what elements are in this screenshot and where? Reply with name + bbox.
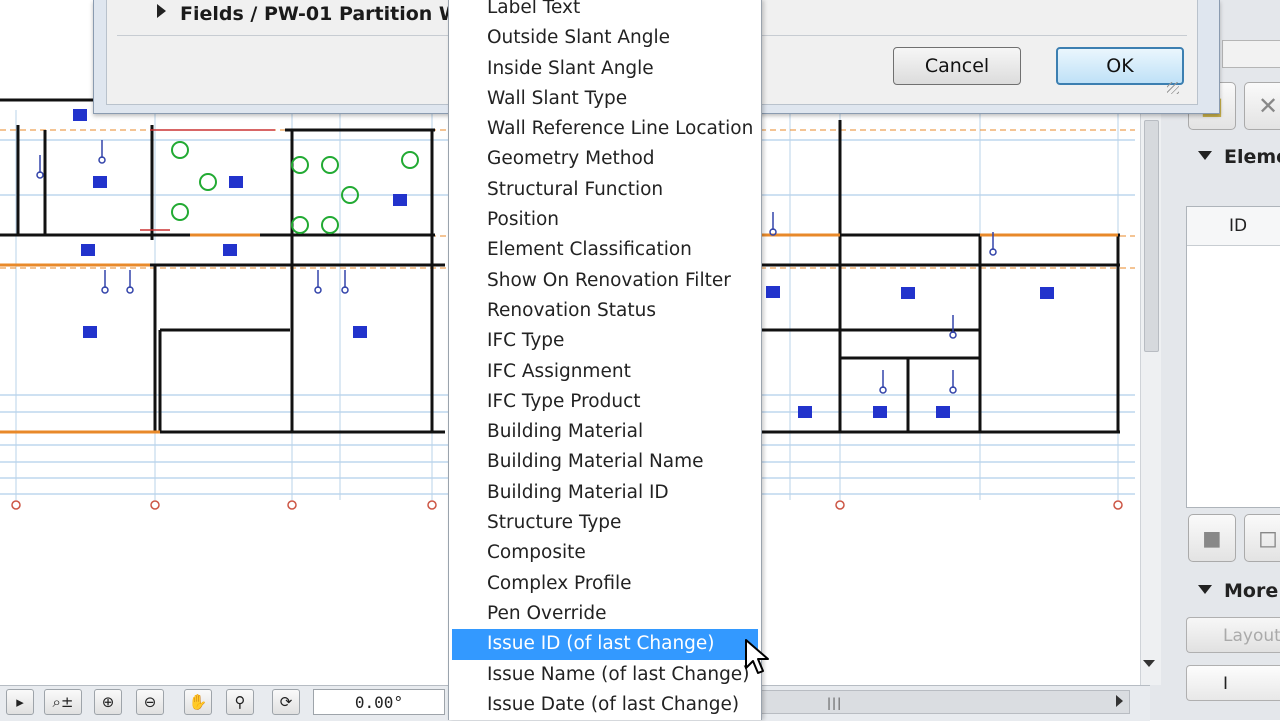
hand-icon: ✋ xyxy=(188,693,208,711)
dropdown-item[interactable]: Wall Reference Line Location xyxy=(449,114,761,144)
rotate-view-button[interactable]: ⟳ xyxy=(272,689,300,715)
plumbing-fixture xyxy=(291,156,309,174)
remove-element-button[interactable]: ◻ xyxy=(1244,514,1280,562)
close-icon: ✕ xyxy=(1257,92,1279,120)
panel-search-field[interactable] xyxy=(1222,40,1280,68)
field-dropdown-list[interactable]: Label Text Outside Slant Angle Inside Slan… xyxy=(448,0,762,720)
rotate-icon: ⟳ xyxy=(279,693,293,711)
plumbing-fixture xyxy=(171,203,189,221)
outlet-symbol xyxy=(81,244,95,256)
dropdown-item[interactable]: IFC Assignment xyxy=(449,357,761,387)
plan-horizontal-scrollbar[interactable]: ||| xyxy=(760,690,1130,714)
zoom-options-button[interactable]: ⌕± xyxy=(44,689,82,715)
collapse-triangle-icon xyxy=(1198,585,1212,594)
dropdown-item[interactable]: Geometry Method xyxy=(449,144,761,174)
plumbing-fixture xyxy=(321,216,339,234)
elements-table[interactable]: ID xyxy=(1186,206,1280,508)
grid-bubble xyxy=(150,500,160,510)
play-right-icon: ▸ xyxy=(16,693,24,711)
expand-arrow-icon[interactable] xyxy=(157,4,166,18)
dropdown-item[interactable]: Issue Date (of last Change) xyxy=(449,690,761,720)
more-section-header[interactable]: More xyxy=(1198,580,1278,602)
dropdown-item[interactable]: Structural Function xyxy=(449,175,761,205)
outlet-symbol xyxy=(1040,287,1054,299)
grid-bubble xyxy=(287,500,297,510)
zoom-out-icon: ⊖ xyxy=(143,693,157,711)
zoom-in-button[interactable]: ⊕ xyxy=(94,689,122,715)
ok-button[interactable]: OK xyxy=(1056,47,1184,85)
outlet-symbol xyxy=(223,244,237,256)
outlet-symbol xyxy=(229,176,243,188)
outlet-symbol xyxy=(766,286,780,298)
zoom-options-icon: ⌕± xyxy=(52,693,74,711)
zoom-in-icon: ⊕ xyxy=(101,693,115,711)
fields-tree-row[interactable]: Fields / PW-01 Partition W xyxy=(157,3,460,25)
orientation-angle-field[interactable]: 0.00° xyxy=(313,689,445,715)
fit-in-window-button[interactable]: ⚲ xyxy=(226,689,254,715)
grid-bubble xyxy=(835,500,845,510)
dropdown-item-selected[interactable]: Issue ID (of last Change) xyxy=(452,629,758,660)
elements-remove-icon: ◻ xyxy=(1258,524,1278,552)
plumbing-fixture xyxy=(199,173,217,191)
outlet-symbol xyxy=(798,406,812,418)
dropdown-item[interactable]: Issue Name (of last Change) xyxy=(449,660,761,690)
dropdown-item[interactable]: Position xyxy=(449,205,761,235)
outlet-symbol xyxy=(83,326,97,338)
plumbing-fixture xyxy=(171,141,189,159)
dropdown-items: Label Text Outside Slant Angle Inside Slan… xyxy=(449,0,761,720)
plumbing-fixture xyxy=(401,151,419,169)
grid-bubble xyxy=(1113,500,1123,510)
grid-bubble xyxy=(11,500,21,510)
outlet-symbol xyxy=(936,406,950,418)
dropdown-item[interactable]: Complex Profile xyxy=(449,569,761,599)
scroll-down-arrow-icon[interactable] xyxy=(1143,660,1155,667)
collapse-triangle-icon xyxy=(1198,151,1212,160)
layout-button[interactable]: Layout xyxy=(1186,617,1280,653)
remove-button[interactable]: ✕ xyxy=(1244,82,1280,130)
scroll-thumb[interactable] xyxy=(1144,120,1159,352)
dropdown-item[interactable]: Label Text xyxy=(449,0,761,23)
zoom-out-button[interactable]: ⊖ xyxy=(136,689,164,715)
outlet-symbol xyxy=(73,109,87,121)
pan-button[interactable]: ✋ xyxy=(184,689,212,715)
dropdown-item[interactable]: Structure Type xyxy=(449,508,761,538)
dropdown-item[interactable]: Element Classification xyxy=(449,235,761,265)
add-element-button[interactable]: ◼ xyxy=(1188,514,1236,562)
dropdown-item[interactable]: Building Material Name xyxy=(449,447,761,477)
elements-section-header[interactable]: Eleme xyxy=(1198,146,1280,168)
dropdown-item[interactable]: Outside Slant Angle xyxy=(449,23,761,53)
outlet-symbol xyxy=(901,287,915,299)
grid-bubble xyxy=(427,500,437,510)
outlet-symbol xyxy=(93,176,107,188)
dropdown-item[interactable]: IFC Type Product xyxy=(449,387,761,417)
outlet-symbol xyxy=(353,326,367,338)
dropdown-item[interactable]: Inside Slant Angle xyxy=(449,54,761,84)
plumbing-fixture xyxy=(291,216,309,234)
fit-zoom-icon: ⚲ xyxy=(234,693,246,711)
cancel-button[interactable]: Cancel xyxy=(893,47,1021,85)
toolbar-arrow-button[interactable]: ▸ xyxy=(6,689,34,715)
dropdown-item[interactable]: Building Material xyxy=(449,417,761,447)
plumbing-fixture xyxy=(321,156,339,174)
dropdown-item[interactable]: Building Material ID xyxy=(449,478,761,508)
resize-grip-icon[interactable] xyxy=(1167,82,1179,94)
dropdown-item[interactable]: Pen Override xyxy=(449,599,761,629)
dropdown-item[interactable]: Composite xyxy=(449,538,761,568)
outlet-symbol xyxy=(873,406,887,418)
dropdown-item[interactable]: Show On Renovation Filter xyxy=(449,266,761,296)
elements-add-icon: ◼ xyxy=(1202,524,1222,552)
table-header-id: ID xyxy=(1187,207,1280,246)
panel-bottom-button[interactable]: I xyxy=(1186,665,1280,701)
dropdown-item[interactable]: Wall Slant Type xyxy=(449,84,761,114)
mouse-cursor-icon xyxy=(745,639,769,674)
dropdown-item[interactable]: Renovation Status xyxy=(449,296,761,326)
outlet-symbol xyxy=(393,194,407,206)
scroll-grip-icon: ||| xyxy=(827,696,843,710)
dropdown-item[interactable]: IFC Type xyxy=(449,326,761,356)
scroll-right-arrow-icon[interactable] xyxy=(1116,695,1123,707)
